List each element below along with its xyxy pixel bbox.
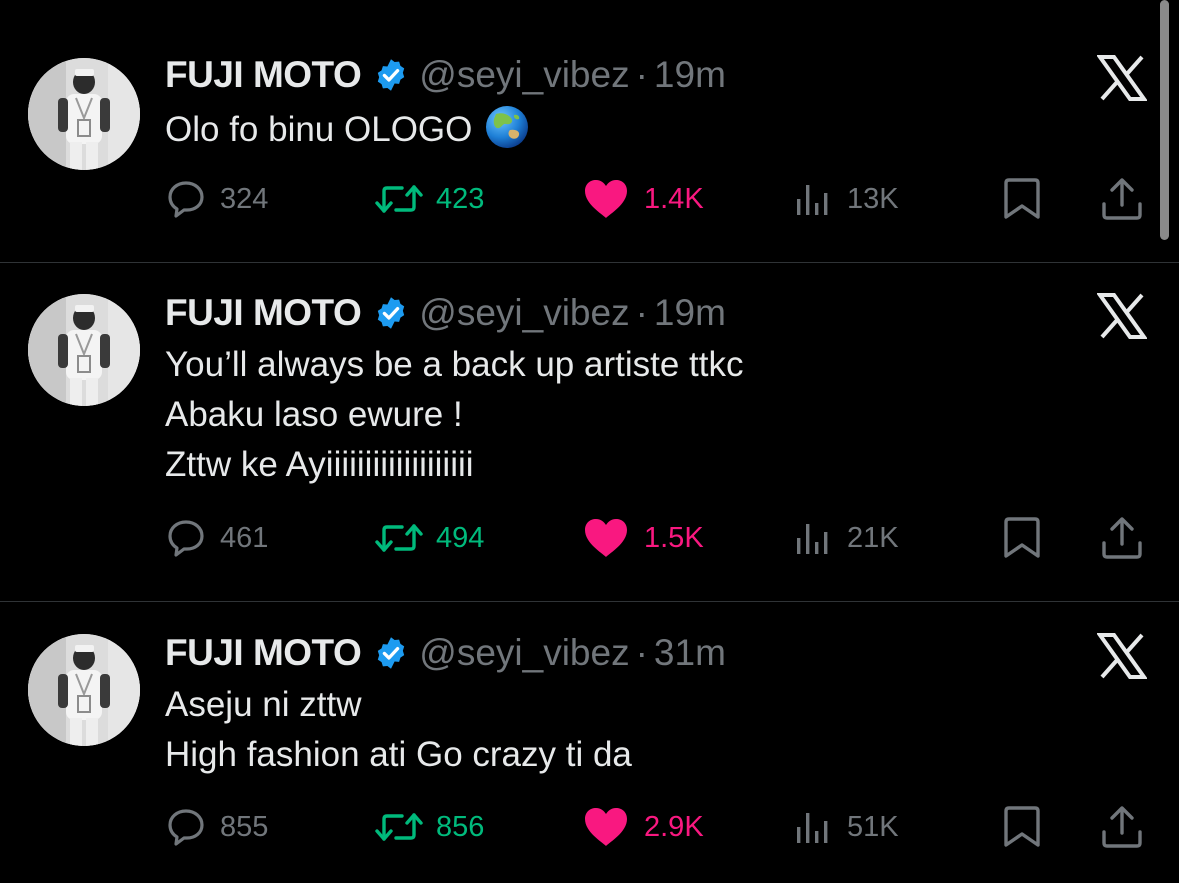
retweet-count: 856 <box>436 810 485 843</box>
tweet-text-line: Aseju ni zttw <box>165 685 362 724</box>
retweet-button[interactable]: 494 <box>372 513 484 563</box>
heart-icon <box>582 178 630 220</box>
author-name[interactable]: FUJI MOTO <box>165 55 362 95</box>
like-button[interactable]: 1.4K <box>582 174 704 224</box>
tweet[interactable]: FUJI MOTO @seyi_vibez · 19m Olo fo binu … <box>0 0 1179 262</box>
tweet-actions: 461 494 1.5K 21K <box>0 513 1179 563</box>
tweet-time[interactable]: 19m <box>654 55 726 95</box>
like-count: 2.9K <box>644 810 704 843</box>
bookmark-button[interactable] <box>1000 174 1044 224</box>
tweet-text-line: High fashion ati Go crazy ti da <box>165 735 632 774</box>
author-handle[interactable]: @seyi_vibez <box>419 55 629 95</box>
avatar[interactable] <box>28 294 140 406</box>
tweet-text-content: Olo fo binu OLOGO <box>165 110 473 149</box>
reply-icon <box>166 179 206 219</box>
share-icon <box>1100 516 1144 560</box>
views-count: 13K <box>847 182 899 215</box>
tweet-time[interactable]: 31m <box>654 633 726 673</box>
tweet-text: Aseju ni zttw High fashion ati Go crazy … <box>165 680 1065 780</box>
views-icon <box>793 807 833 847</box>
retweet-button[interactable]: 856 <box>372 802 484 852</box>
separator-dot: · <box>635 292 648 333</box>
like-count: 1.5K <box>644 521 704 554</box>
bookmark-button[interactable] <box>1000 802 1044 852</box>
tweet-text-line: You’ll always be a back up artiste ttkc <box>165 345 744 384</box>
reply-count: 324 <box>220 182 269 215</box>
reply-button[interactable]: 324 <box>166 174 268 224</box>
views-icon <box>793 518 833 558</box>
bookmark-icon <box>1000 177 1044 221</box>
tweet-header: FUJI MOTO @seyi_vibez · 19m <box>165 55 726 95</box>
like-button[interactable]: 1.5K <box>582 513 704 563</box>
bookmark-icon <box>1000 516 1044 560</box>
reply-button[interactable]: 461 <box>166 513 268 563</box>
tweet-text-line: Abaku laso ewure ! <box>165 395 463 434</box>
tweet[interactable]: FUJI MOTO @seyi_vibez · 19m You’ll alway… <box>0 263 1179 601</box>
views-button[interactable]: 21K <box>793 513 899 563</box>
views-icon <box>793 179 833 219</box>
tweet-actions: 855 856 2.9K 51K <box>0 802 1179 852</box>
views-count: 51K <box>847 810 899 843</box>
reply-icon <box>166 807 206 847</box>
retweet-icon <box>372 179 426 219</box>
share-button[interactable] <box>1100 802 1144 852</box>
tweet-header: FUJI MOTO @seyi_vibez · 19m <box>165 293 726 333</box>
tweet-text: Olo fo binu OLOGO <box>165 104 1065 155</box>
share-button[interactable] <box>1100 174 1144 224</box>
x-logo-icon[interactable] <box>1096 633 1148 679</box>
verified-badge-icon <box>373 57 409 93</box>
tweet-text-line: Olo fo binu OLOGO <box>165 104 1065 155</box>
x-logo-icon[interactable] <box>1096 55 1148 101</box>
retweet-icon <box>372 807 426 847</box>
reply-count: 461 <box>220 521 269 554</box>
retweet-button[interactable]: 423 <box>372 174 484 224</box>
views-button[interactable]: 13K <box>793 174 899 224</box>
tweet-time[interactable]: 19m <box>654 293 726 333</box>
bookmark-icon <box>1000 805 1044 849</box>
tweet-actions: 324 423 1.4K 13K <box>0 174 1179 224</box>
share-icon <box>1100 177 1144 221</box>
views-button[interactable]: 51K <box>793 802 899 852</box>
heart-icon <box>582 806 630 848</box>
tweet-header: FUJI MOTO @seyi_vibez · 31m <box>165 633 726 673</box>
author-name[interactable]: FUJI MOTO <box>165 633 362 673</box>
author-handle[interactable]: @seyi_vibez <box>419 293 629 333</box>
reply-button[interactable]: 855 <box>166 802 268 852</box>
separator-dot: · <box>635 632 648 673</box>
verified-badge-icon <box>373 635 409 671</box>
retweet-count: 494 <box>436 521 485 554</box>
author-handle[interactable]: @seyi_vibez <box>419 633 629 673</box>
retweet-icon <box>372 518 426 558</box>
bookmark-button[interactable] <box>1000 513 1044 563</box>
reply-icon <box>166 518 206 558</box>
scrollbar[interactable] <box>1160 0 1169 240</box>
tweet-feed: FUJI MOTO @seyi_vibez · 19m Olo fo binu … <box>0 0 1179 883</box>
tweet[interactable]: FUJI MOTO @seyi_vibez · 31m Aseju ni ztt… <box>0 602 1179 883</box>
views-count: 21K <box>847 521 899 554</box>
heart-icon <box>582 517 630 559</box>
share-icon <box>1100 805 1144 849</box>
like-count: 1.4K <box>644 182 704 215</box>
globe-emoji-icon <box>484 104 530 150</box>
share-button[interactable] <box>1100 513 1144 563</box>
reply-count: 855 <box>220 810 269 843</box>
tweet-text-line: Zttw ke Ayiiiiiiiiiiiiiiiiiii <box>165 445 474 484</box>
avatar[interactable] <box>28 634 140 746</box>
like-button[interactable]: 2.9K <box>582 802 704 852</box>
verified-badge-icon <box>373 295 409 331</box>
retweet-count: 423 <box>436 182 485 215</box>
avatar[interactable] <box>28 58 140 170</box>
author-name[interactable]: FUJI MOTO <box>165 293 362 333</box>
tweet-text: You’ll always be a back up artiste ttkc … <box>165 340 1065 490</box>
separator-dot: · <box>635 54 648 95</box>
x-logo-icon[interactable] <box>1096 293 1148 339</box>
